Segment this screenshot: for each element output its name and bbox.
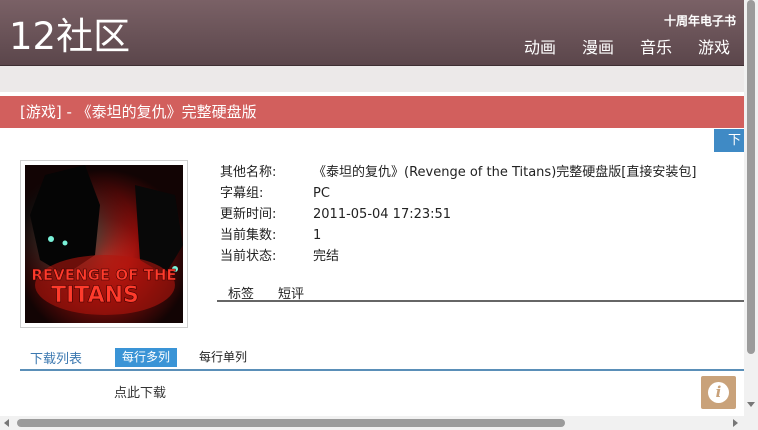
info-value: 1 [313,228,322,243]
detail-subtabs: 标签 短评 [217,281,744,302]
scroll-left-arrow-icon[interactable] [4,419,9,427]
info-row-subgroup: 字幕组: PC [220,183,696,204]
nav-item-music[interactable]: 音乐 [640,37,672,59]
cover-title-art: REVENGE OF THE [31,266,176,284]
nav-item-anime[interactable]: 动画 [524,37,556,59]
scroll-right-arrow-icon[interactable] [733,419,738,427]
info-icon: i [708,382,729,403]
horizontal-scroll-thumb[interactable] [17,419,565,427]
info-label: 当前集数: [220,228,277,243]
vertical-scroll-thumb[interactable] [747,0,755,354]
info-label: 当前状态: [220,249,277,264]
tab-tags[interactable]: 标签 [228,283,254,302]
download-tab[interactable]: 下载 [714,129,744,152]
page-title-bar: [游戏] - 《泰坦的复仇》完整硬盘版 [0,96,744,128]
site-logo[interactable]: 12社区 [9,15,130,59]
download-list-title: 下载列表 [30,352,83,367]
info-label: 更新时间: [220,207,277,222]
site-header: 12社区 十周年电子书 动画 漫画 音乐 游戏 [0,0,744,66]
single-column-button[interactable]: 每行单列 [192,348,254,367]
info-value: 完结 [313,249,340,264]
scroll-down-arrow-icon[interactable] [747,402,755,407]
download-list-header: 下载列表 每行多列 每行单列 [20,346,744,371]
main-nav: 动画 漫画 音乐 游戏 [524,37,730,59]
anniversary-ebook-link[interactable]: 十周年电子书 [664,12,736,29]
game-cover-art: REVENGE OF THE TITANS [25,165,183,323]
info-row-episodes: 当前集数: 1 [220,225,696,246]
info-button[interactable]: i [701,376,736,409]
nav-item-manga[interactable]: 漫画 [582,37,614,59]
nav-item-games[interactable]: 游戏 [698,37,730,59]
game-info-table: 其他名称: 《泰坦的复仇》(Revenge of the Titans)完整硬盘… [220,162,696,267]
horizontal-scrollbar[interactable] [0,416,758,430]
info-value: 2011-05-04 17:23:51 [313,207,452,222]
info-value: 《泰坦的复仇》(Revenge of the Titans)完整硬盘版[直接安装… [313,165,697,180]
multi-column-button[interactable]: 每行多列 [115,348,178,367]
info-label: 字幕组: [220,186,264,201]
tab-short-reviews[interactable]: 短评 [278,283,304,302]
info-row-alt-name: 其他名称: 《泰坦的复仇》(Revenge of the Titans)完整硬盘… [220,162,696,183]
info-label: 其他名称: [220,165,277,180]
page-title: [游戏] - 《泰坦的复仇》完整硬盘版 [20,103,257,121]
info-row-status: 当前状态: 完结 [220,246,696,267]
svg-text:TITANS: TITANS [51,283,139,308]
subheader-band [0,66,744,92]
info-value: PC [313,186,330,201]
download-link[interactable]: 点此下载 [114,382,166,401]
cover-image: REVENGE OF THE TITANS [20,160,188,328]
info-row-updated: 更新时间: 2011-05-04 17:23:51 [220,204,696,225]
vertical-scrollbar[interactable] [744,0,758,416]
